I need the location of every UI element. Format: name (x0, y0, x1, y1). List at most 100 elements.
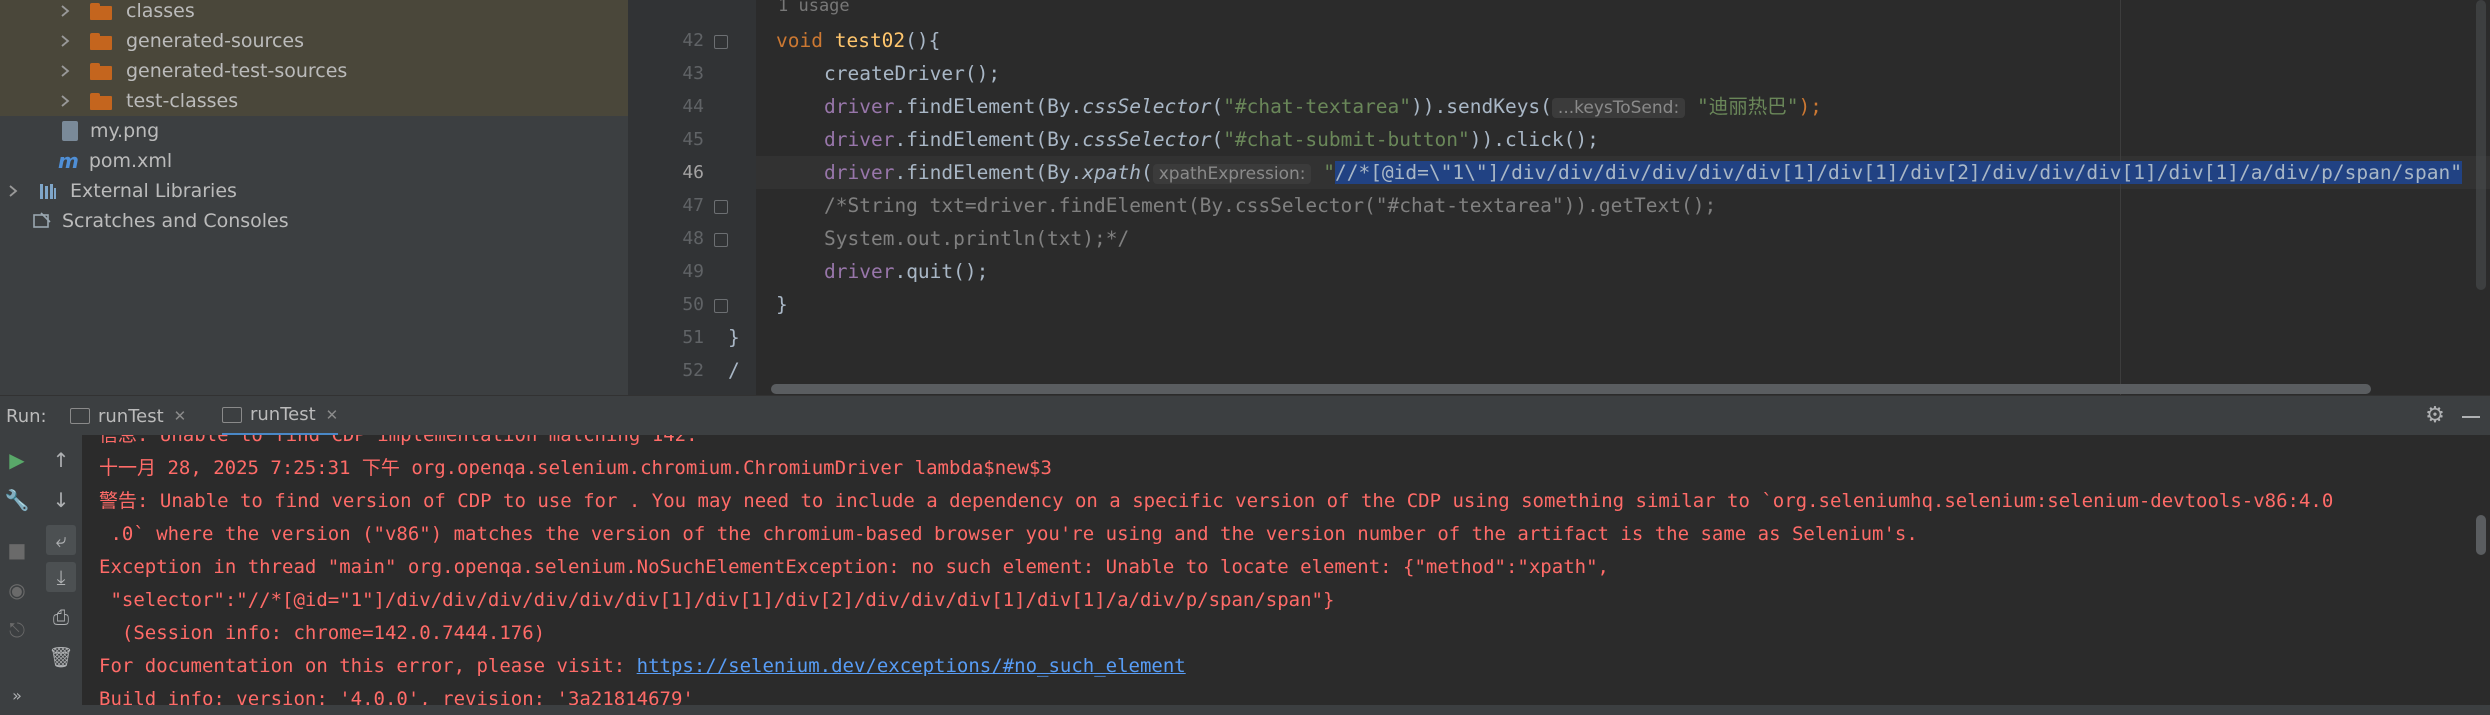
print-icon[interactable]: ⎙ (46, 602, 76, 632)
console-text: For documentation on this error, please … (99, 655, 637, 677)
line-number: 50 (682, 294, 704, 315)
run-tab-1[interactable]: runTest ✕ (70, 396, 186, 436)
tree-item-scratches[interactable]: Scratches and Consoles (0, 206, 628, 236)
keyword: void (776, 29, 823, 52)
tree-item-pom-xml[interactable]: m pom.xml (0, 146, 628, 176)
wrench-icon[interactable]: 🔧 (2, 485, 32, 515)
code-line-46: driver.findElement(By.xpath(xpathExpress… (824, 156, 2463, 189)
chevron-right-icon[interactable] (58, 4, 72, 18)
chevron-right-icon[interactable] (6, 184, 20, 198)
console-line: Exception in thread "main" org.openqa.se… (99, 556, 1609, 578)
field-ref: driver (824, 128, 895, 151)
tree-item-generated-test-sources[interactable]: generated-test-sources (0, 56, 628, 86)
trash-icon[interactable]: 🗑 (46, 642, 76, 672)
tree-item-label: pom.xml (88, 150, 173, 172)
arrow-down-icon[interactable]: ↓ (46, 485, 76, 515)
gear-icon[interactable]: ⚙ (2424, 405, 2446, 427)
close-icon[interactable]: ✕ (326, 406, 339, 424)
rerun-icon[interactable]: ▶ (2, 445, 32, 475)
run-tab-label: runTest (98, 405, 164, 427)
code-editor[interactable]: 1 usage 42 43 44 45 46 47 48 49 50 51 52… (628, 0, 2490, 395)
close-icon[interactable]: ✕ (174, 407, 187, 425)
code-text: ( (1211, 95, 1224, 118)
field-ref: driver (824, 95, 895, 118)
code-text: )).click(); (1469, 128, 1599, 151)
tree-item-label: Scratches and Consoles (62, 210, 289, 232)
string-literal: "迪丽热巴" (1696, 95, 1799, 118)
code-line-48: System.out.println(txt);*/ (824, 227, 1130, 250)
editor-horizontal-scrollbar[interactable] (771, 384, 2371, 394)
code-line-44: driver.findElement(By.cssSelector("#chat… (824, 90, 1822, 123)
tree-item-label: generated-sources (126, 30, 304, 52)
doc-link[interactable]: https://selenium.dev/exceptions/#no_such… (637, 655, 1186, 677)
chevron-right-icon[interactable] (58, 34, 72, 48)
arrow-up-icon[interactable]: ↑ (46, 445, 76, 475)
folder-icon (90, 62, 112, 80)
field-ref: driver (824, 161, 895, 184)
parameter-hint: ...keysToSend: (1551, 98, 1686, 118)
line-number: 43 (682, 63, 704, 84)
chevron-right-icon[interactable] (58, 64, 72, 78)
image-file-icon (62, 121, 78, 141)
usage-hint[interactable]: 1 usage (778, 0, 850, 16)
console-line: 十一月 28, 2025 7:25:31 下午 org.openqa.selen… (99, 457, 1052, 479)
tree-item-classes[interactable]: classes (0, 0, 628, 26)
code-text: .findElement(By. (894, 161, 1083, 184)
fold-marker-icon[interactable] (714, 200, 728, 214)
code-text: (){ (905, 29, 941, 52)
maven-icon: m (58, 149, 79, 173)
project-tree: classes generated-sources generated-test… (0, 0, 628, 395)
stop-icon[interactable]: ■ (2, 535, 32, 565)
line-number: 45 (682, 129, 704, 150)
code-text: ); (1798, 95, 1822, 118)
soft-wrap-icon[interactable]: ⤶ (46, 525, 76, 555)
line-number: 46 (682, 162, 704, 183)
folder-icon (90, 32, 112, 50)
parameter-hint: xpathExpression: (1152, 164, 1312, 184)
tree-item-generated-sources[interactable]: generated-sources (0, 26, 628, 56)
selected-text[interactable]: //*[@id=\"1\"]/div/div/div/div/div/div[1… (1334, 161, 2463, 184)
code-text: .findElement(By. (894, 95, 1083, 118)
console-line: "selector":"//*[@id="1"]/div/div/div/div… (99, 589, 1335, 611)
console-line: (Session info: chrome=142.0.7444.176) (99, 622, 546, 644)
camera-icon[interactable]: ◉ (2, 575, 32, 605)
string-literal: "#chat-submit-button" (1223, 128, 1470, 151)
console-vertical-scrollbar[interactable] (2476, 515, 2486, 555)
editor-vertical-scrollbar[interactable] (2476, 0, 2486, 290)
run-tool-window-header: Run: runTest ✕ runTest ✕ ⚙ (0, 395, 2490, 436)
tree-item-my-png[interactable]: my.png (0, 116, 628, 146)
console-line: 信息: Unable to find CDP implementation ma… (99, 435, 698, 446)
run-label: Run: (6, 406, 47, 427)
line-number: 44 (682, 96, 704, 117)
tree-item-external-libraries[interactable]: External Libraries (0, 176, 628, 206)
code-line-49: driver.quit(); (824, 255, 988, 288)
tree-item-label: my.png (90, 120, 160, 142)
fold-marker-icon[interactable] (714, 299, 728, 313)
code-line-47: /*String txt=driver.findElement(By.cssSe… (824, 194, 1717, 217)
fold-marker-icon[interactable] (714, 233, 728, 247)
string-literal: " (1323, 161, 1335, 184)
scratches-icon (33, 212, 51, 228)
tree-item-label: External Libraries (70, 180, 237, 202)
line-number: 51 (682, 327, 704, 348)
tree-item-test-classes[interactable]: test-classes (0, 86, 628, 116)
run-tab-2[interactable]: runTest ✕ (222, 396, 339, 436)
run-config-icon (222, 406, 242, 423)
method-ref: cssSelector (1082, 128, 1212, 151)
run-config-icon (70, 408, 90, 424)
code-text: )).sendKeys( (1411, 95, 1552, 118)
code-line-52: / (728, 359, 740, 382)
status-strip (0, 705, 2490, 715)
minimize-icon[interactable] (2462, 416, 2480, 418)
method-ref: cssSelector (1082, 95, 1212, 118)
fold-marker-icon[interactable] (714, 35, 728, 49)
line-number: 48 (682, 228, 704, 249)
console-output[interactable]: 信息: Unable to find CDP implementation ma… (82, 435, 2490, 715)
chevron-right-icon[interactable] (58, 94, 72, 108)
exit-icon[interactable]: ⎋ (2, 615, 32, 645)
tree-item-label: test-classes (126, 90, 239, 112)
string-literal: "#chat-textarea" (1223, 95, 1412, 118)
scroll-to-end-icon[interactable]: ⤓ (46, 562, 76, 592)
code-text: ( (1141, 161, 1153, 184)
code-line-45: driver.findElement(By.cssSelector("#chat… (824, 123, 1599, 156)
